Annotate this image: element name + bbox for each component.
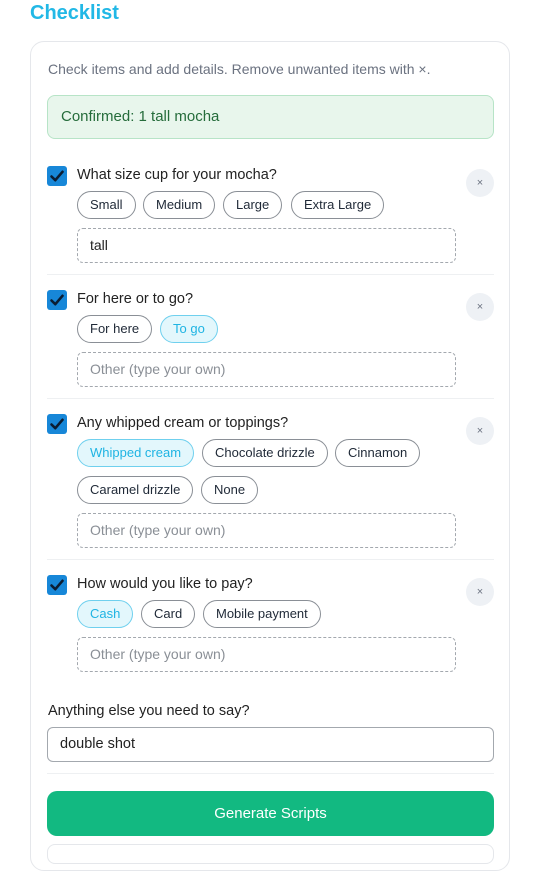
generate-scripts-button[interactable]: Generate Scripts — [47, 791, 494, 836]
extra-notes-input[interactable]: double shot — [47, 727, 494, 762]
option-chip-small[interactable]: Small — [77, 191, 136, 219]
question-payment: How would you like to pay? × Cash Card M… — [31, 575, 509, 685]
question-label: What size cup for your mocha? — [77, 167, 277, 183]
option-chip-mobile-payment[interactable]: Mobile payment — [203, 600, 321, 628]
checkmark-icon — [50, 170, 64, 182]
output-panel — [47, 844, 494, 864]
question-checkbox[interactable] — [47, 166, 67, 186]
other-input[interactable]: Other (type your own) — [77, 637, 456, 672]
question-label: For here or to go? — [77, 291, 194, 307]
option-chip-cash[interactable]: Cash — [77, 600, 134, 628]
question-label: How would you like to pay? — [77, 576, 253, 592]
option-chip-extra-large[interactable]: Extra Large — [291, 191, 385, 219]
question-label: Any whipped cream or toppings? — [77, 415, 289, 431]
option-chip-to-go[interactable]: To go — [160, 315, 218, 343]
remove-item-button[interactable]: × — [466, 578, 494, 606]
question-toppings: Any whipped cream or toppings? × Whipped… — [31, 414, 509, 562]
question-checkbox[interactable] — [47, 414, 67, 434]
divider — [47, 773, 494, 774]
option-chip-chocolate-drizzle[interactable]: Chocolate drizzle — [202, 439, 328, 467]
remove-item-button[interactable]: × — [466, 169, 494, 197]
checkmark-icon — [50, 294, 64, 306]
option-chip-none[interactable]: None — [201, 476, 259, 504]
option-chip-medium[interactable]: Medium — [143, 191, 216, 219]
question-checkbox[interactable] — [47, 575, 67, 595]
divider — [47, 274, 494, 275]
option-chip-cinnamon[interactable]: Cinnamon — [335, 439, 421, 467]
checkmark-icon — [50, 579, 64, 591]
remove-item-button[interactable]: × — [466, 293, 494, 321]
instructions-text: Check items and add details. Remove unwa… — [48, 61, 431, 77]
option-chip-card[interactable]: Card — [141, 600, 196, 628]
other-input[interactable]: Other (type your own) — [77, 513, 456, 548]
remove-item-button[interactable]: × — [466, 417, 494, 445]
divider — [47, 559, 494, 560]
page-title: Checklist — [30, 2, 119, 24]
question-here-or-to-go: For here or to go? × For here To go Othe… — [31, 290, 509, 400]
confirmation-banner: Confirmed: 1 tall mocha — [47, 95, 494, 139]
option-chip-whipped-cream[interactable]: Whipped cream — [77, 439, 195, 467]
divider — [47, 398, 494, 399]
other-input[interactable]: Other (type your own) — [77, 352, 456, 387]
question-checkbox[interactable] — [47, 290, 67, 310]
checklist-card: Check items and add details. Remove unwa… — [30, 41, 510, 871]
other-input[interactable]: tall — [77, 228, 456, 263]
extra-notes-label: Anything else you need to say? — [48, 703, 250, 719]
checkmark-icon — [50, 418, 64, 430]
option-chip-for-here[interactable]: For here — [77, 315, 153, 343]
option-chip-large[interactable]: Large — [223, 191, 283, 219]
question-cup-size: What size cup for your mocha? × Small Me… — [31, 166, 509, 276]
option-chip-caramel-drizzle[interactable]: Caramel drizzle — [77, 476, 194, 504]
